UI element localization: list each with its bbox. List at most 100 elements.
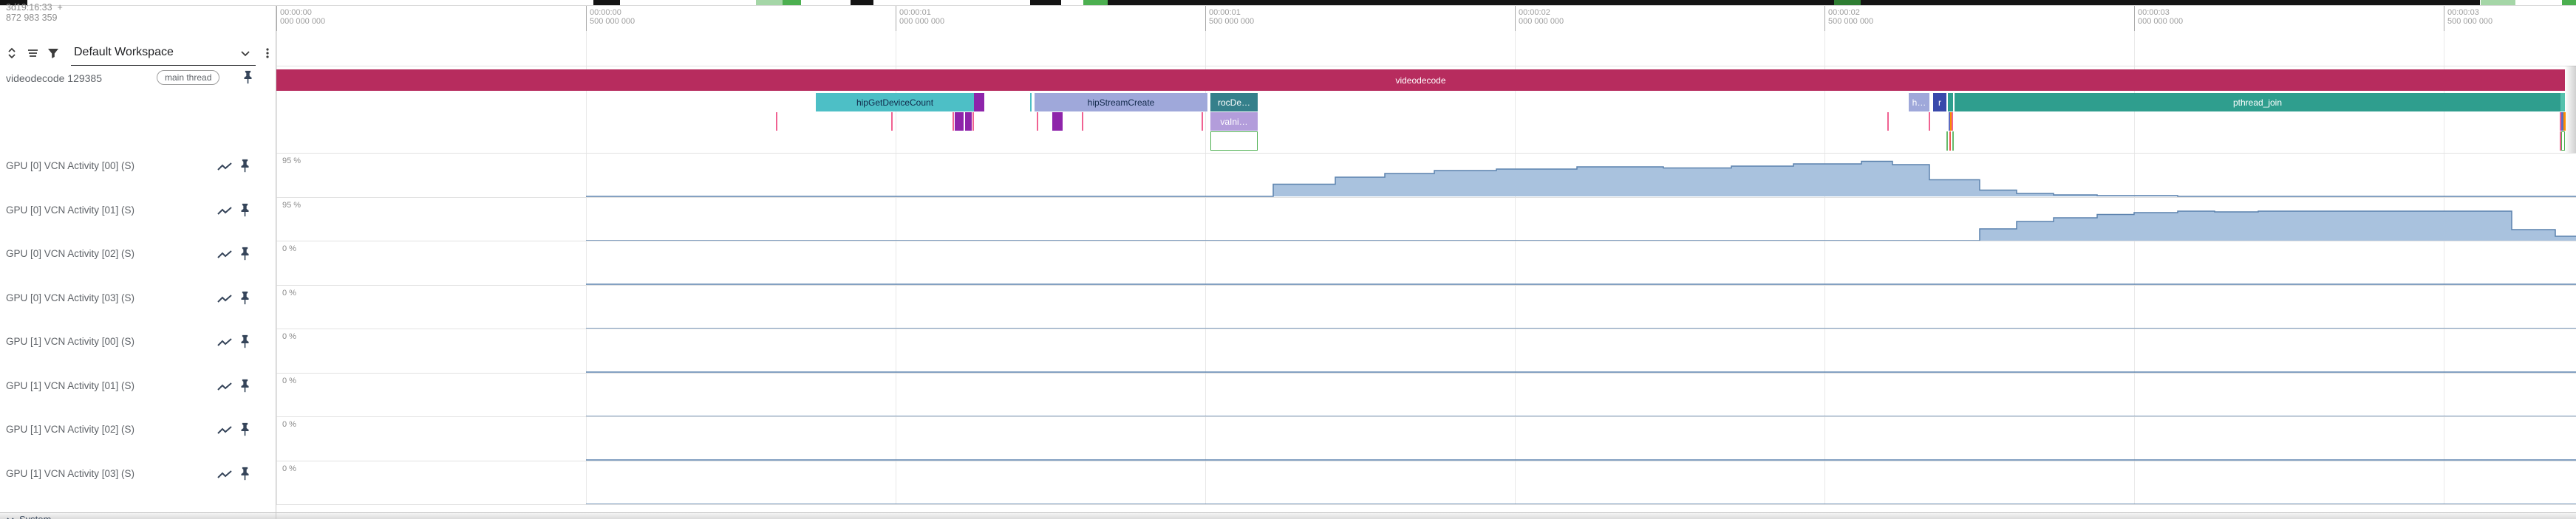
counter-area-chart[interactable]	[0, 461, 2576, 505]
slice-instant[interactable]	[1952, 131, 1954, 151]
slice[interactable]: hipGetDeviceCount	[816, 93, 974, 111]
sidebar-track-counter[interactable]: GPU [0] VCN Activity [01] (S)	[0, 197, 276, 241]
slice-instant[interactable]	[1030, 93, 1032, 111]
track-border	[0, 504, 2576, 505]
slice[interactable]: h…	[1909, 93, 1929, 111]
pin-icon[interactable]	[239, 159, 254, 173]
filter-icon[interactable]	[46, 46, 61, 61]
slice-instant[interactable]	[955, 112, 964, 131]
slice-label: videodecode	[1394, 75, 1447, 86]
counter-scale-label: 95 %	[282, 157, 301, 165]
counter-area-chart[interactable]	[0, 416, 2576, 461]
ruler-tick	[1824, 6, 1825, 31]
slice[interactable]: rocDe…	[1210, 93, 1258, 111]
track-name: GPU [0] VCN Activity [03] (S)	[6, 292, 134, 303]
session-nanoseconds: 872 983 359	[6, 13, 63, 23]
counter-track-area[interactable]: 0 %	[0, 241, 2576, 285]
sidebar-track-counter[interactable]: GPU [0] VCN Activity [02] (S)	[0, 241, 276, 285]
counter-scale-label: 0 %	[282, 244, 296, 253]
line-chart-icon[interactable]	[217, 206, 232, 221]
chevron-down-icon[interactable]	[238, 46, 253, 61]
slice-instant[interactable]	[1082, 112, 1083, 131]
counter-track-area[interactable]: 0 %	[0, 461, 2576, 505]
line-chart-icon[interactable]	[217, 425, 232, 440]
counter-scale-label: 0 %	[282, 332, 296, 341]
ruler-tick	[2134, 6, 2135, 31]
pin-icon[interactable]	[239, 203, 254, 218]
slice[interactable]: r	[1933, 93, 1946, 111]
track-name: GPU [1] VCN Activity [00] (S)	[6, 336, 134, 347]
counter-area-chart[interactable]	[0, 373, 2576, 417]
pin-icon[interactable]	[239, 291, 254, 306]
sidebar-track-counter[interactable]: GPU [1] VCN Activity [00] (S)	[0, 329, 276, 373]
track-border	[0, 416, 2576, 417]
slice-instant[interactable]	[1210, 131, 1258, 151]
counter-track-area[interactable]: 95 %	[0, 153, 2576, 197]
slice-instant[interactable]	[1929, 112, 1930, 131]
track-border	[0, 197, 2576, 198]
counter-area-chart[interactable]	[0, 153, 2576, 197]
line-chart-icon[interactable]	[217, 337, 232, 352]
counter-track-area[interactable]: 0 %	[0, 285, 2576, 329]
unfold-more-icon[interactable]	[4, 46, 19, 61]
slice-instant[interactable]	[776, 112, 777, 131]
slice-instant[interactable]	[1037, 112, 1038, 131]
slice-instant[interactable]	[972, 112, 974, 131]
slice-instant[interactable]	[953, 112, 954, 131]
sidebar-track-counter[interactable]: GPU [0] VCN Activity [00] (S)	[0, 153, 276, 197]
pin-icon[interactable]	[239, 247, 254, 261]
overview-minimap[interactable]	[0, 0, 2576, 5]
track-name: GPU [0] VCN Activity [01] (S)	[6, 204, 134, 216]
slice-instant[interactable]	[1946, 131, 1948, 151]
track-name: GPU [1] VCN Activity [03] (S)	[6, 468, 134, 479]
track-name: videodecode 129385	[6, 72, 102, 84]
line-chart-icon[interactable]	[217, 470, 232, 484]
counter-track-area[interactable]: 0 %	[0, 416, 2576, 461]
pin-icon[interactable]	[239, 334, 254, 349]
counter-track-area[interactable]: 0 %	[0, 373, 2576, 417]
pin-icon[interactable]	[242, 70, 257, 85]
slice[interactable]: pthread_join	[1955, 93, 2560, 111]
counter-area-chart[interactable]	[0, 285, 2576, 329]
pin-icon[interactable]	[239, 422, 254, 437]
overview-segment	[2562, 0, 2576, 5]
expand-chevron-icon	[6, 515, 15, 519]
pin-icon[interactable]	[239, 467, 254, 481]
slice-instant[interactable]	[1887, 112, 1889, 131]
counter-track-area[interactable]: 95 %	[0, 197, 2576, 241]
line-chart-icon[interactable]	[217, 382, 232, 396]
sidebar-track-counter[interactable]: GPU [1] VCN Activity [01] (S)	[0, 373, 276, 417]
sidebar-track-counter[interactable]: GPU [1] VCN Activity [03] (S)	[0, 461, 276, 505]
group-header-system[interactable]: System	[0, 512, 2576, 519]
slice[interactable]: videodecode	[276, 69, 2565, 91]
track-name: GPU [1] VCN Activity [01] (S)	[6, 380, 134, 391]
track-border	[0, 285, 2576, 286]
line-chart-icon[interactable]	[217, 250, 232, 264]
workspace-select[interactable]: Default Workspace	[74, 46, 174, 59]
counter-track-area[interactable]: 0 %	[0, 329, 2576, 373]
slice-instant[interactable]	[1952, 112, 1953, 131]
slice[interactable]: vaIni…	[1210, 112, 1258, 131]
counter-area-chart[interactable]	[0, 241, 2576, 285]
slice-instant[interactable]	[1949, 131, 1951, 151]
pin-icon[interactable]	[239, 379, 254, 393]
line-chart-icon[interactable]	[217, 294, 232, 309]
line-chart-icon[interactable]	[217, 162, 232, 176]
slice-instant[interactable]	[1202, 112, 1203, 131]
counter-area-chart[interactable]	[0, 197, 2576, 241]
sidebar-track-videodecode[interactable]: videodecode 129385main thread	[0, 66, 276, 153]
slice-instant[interactable]	[1052, 112, 1063, 131]
slice-instant[interactable]	[965, 112, 972, 131]
slice-instant[interactable]	[1948, 93, 1953, 111]
kebab-menu-icon[interactable]	[260, 46, 275, 61]
slice[interactable]: hipStreamCreate	[1035, 93, 1207, 111]
overview-segment	[1861, 0, 2480, 5]
slice-instant[interactable]	[974, 93, 984, 111]
track-border	[0, 373, 2576, 374]
sidebar-track-counter[interactable]: GPU [0] VCN Activity [03] (S)	[0, 285, 276, 329]
slice-instant[interactable]	[891, 112, 893, 131]
counter-scale-label: 0 %	[282, 464, 296, 473]
sort-icon[interactable]	[25, 46, 40, 61]
sidebar-track-counter[interactable]: GPU [1] VCN Activity [02] (S)	[0, 416, 276, 461]
counter-area-chart[interactable]	[0, 329, 2576, 373]
